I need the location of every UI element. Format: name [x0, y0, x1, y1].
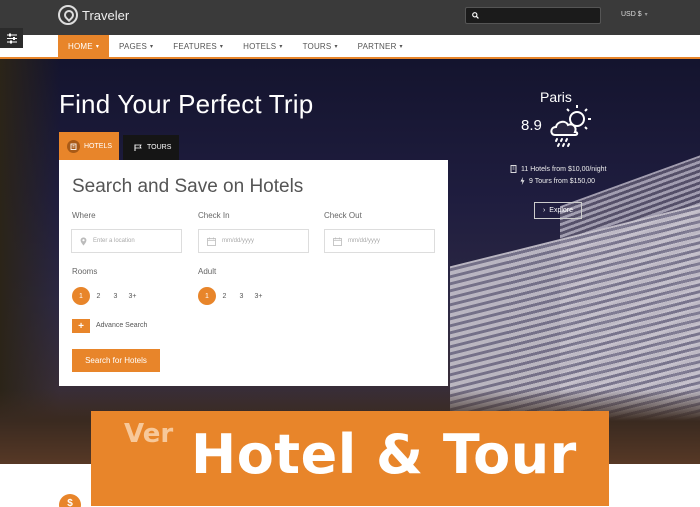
logo-pin-icon — [58, 5, 78, 25]
adult-option-3plus[interactable]: 3+ — [250, 293, 267, 300]
checkin-label: Check In — [198, 211, 230, 220]
where-label: Where — [72, 211, 96, 220]
checkin-input[interactable]: mm/dd/yyyy — [198, 229, 309, 253]
nav-item-label: TOURS — [302, 41, 332, 51]
rain-cloud-sun-icon — [550, 105, 591, 147]
search-icon — [472, 12, 479, 19]
logo-text: Traveler — [82, 7, 130, 23]
tours-stat: 9 Tours from $150,00 — [520, 177, 595, 185]
nav-item-label: HOME — [68, 41, 93, 51]
settings-sliders-button[interactable] — [0, 28, 23, 48]
tours-stat-text: 9 Tours from $150,00 — [529, 177, 596, 185]
advance-search-label[interactable]: Advance Search — [96, 322, 147, 329]
search-hotels-button[interactable]: Search for Hotels — [72, 349, 160, 372]
header-search-input[interactable] — [465, 7, 601, 24]
nav-item-home[interactable]: HOME ▾ — [58, 35, 110, 57]
chevron-down-icon: ▾ — [279, 43, 283, 50]
explore-button[interactable]: › Explore — [534, 202, 582, 219]
checkout-input[interactable]: mm/dd/yyyy — [324, 229, 435, 253]
tab-tours[interactable]: TOURS — [123, 135, 179, 160]
rooms-selector: 1 2 3 3+ — [72, 287, 141, 305]
rooms-option-2[interactable]: 2 — [90, 293, 107, 300]
advance-search-toggle[interactable]: + — [72, 319, 90, 333]
dollar-badge-icon: $ — [59, 494, 81, 507]
hotels-stat: 11 Hotels from $10,00/night — [510, 165, 606, 173]
promo-banner: Ver Hotel & Tour — [91, 411, 609, 506]
form-title: Search and Save on Hotels — [72, 176, 304, 197]
nav-item-label: PAGES — [119, 41, 148, 51]
nav-item-tours[interactable]: TOURS ▾ — [293, 35, 348, 57]
hotel-icon — [67, 139, 80, 153]
nav-item-label: FEATURES — [173, 41, 217, 51]
chevron-down-icon: ▾ — [399, 43, 403, 50]
hotels-stat-text: 11 Hotels from $10,00/night — [521, 165, 607, 173]
chevron-right-icon: › — [542, 207, 546, 214]
chevron-down-icon: ▾ — [644, 12, 648, 18]
adult-option-2[interactable]: 2 — [216, 293, 233, 300]
hero-title: Find Your Perfect Trip — [59, 89, 314, 119]
adult-selector: 1 2 3 3+ — [198, 287, 267, 305]
nav-item-partner[interactable]: PARTNER ▾ — [348, 35, 413, 57]
banner-title: Hotel & Tour — [191, 423, 577, 486]
currency-selector[interactable]: USD $ ▾ — [621, 11, 648, 18]
where-placeholder: Enter a location — [93, 238, 135, 244]
banner-prefix: Ver — [124, 419, 174, 449]
chevron-down-icon: ▾ — [334, 43, 338, 50]
calendar-icon — [207, 237, 216, 246]
lightning-icon — [520, 177, 525, 185]
checkout-label: Check Out — [324, 211, 362, 220]
checkin-placeholder: mm/dd/yyyy — [222, 238, 255, 244]
weather-temperature: 8.9 — [521, 117, 542, 134]
chevron-down-icon: ▾ — [95, 43, 100, 50]
nav-item-hotels[interactable]: HOTELS ▾ — [233, 35, 292, 57]
top-bar: Traveler USD $ ▾ — [0, 0, 700, 35]
rooms-option-3plus[interactable]: 3+ — [124, 293, 141, 300]
tab-hotels[interactable]: HOTELS — [59, 132, 119, 160]
sliders-icon — [6, 33, 17, 43]
where-input[interactable]: Enter a location — [71, 229, 182, 253]
rooms-label: Rooms — [72, 267, 98, 276]
main-nav: HOME ▾ PAGES ▾ FEATURES ▾ HOTELS ▾ TOURS ▾ PA… — [0, 35, 700, 59]
adult-option-3[interactable]: 3 — [233, 293, 250, 300]
tab-label: HOTELS — [84, 142, 113, 150]
adult-option-1[interactable]: 1 — [198, 287, 216, 305]
calendar-icon — [333, 237, 342, 246]
hotel-search-form: Search and Save on Hotels Where Enter a … — [59, 160, 448, 386]
location-pin-icon — [80, 237, 87, 245]
nav-item-pages[interactable]: PAGES ▾ — [109, 35, 163, 57]
logo[interactable]: Traveler — [58, 5, 129, 25]
nav-item-label: HOTELS — [243, 41, 277, 51]
nav-item-label: PARTNER — [357, 41, 397, 51]
chevron-down-icon: ▾ — [150, 43, 154, 50]
adult-label: Adult — [198, 267, 217, 276]
explore-label: Explore — [549, 207, 574, 214]
currency-label: USD $ — [621, 11, 642, 18]
chevron-down-icon: ▾ — [219, 43, 224, 50]
checkout-placeholder: mm/dd/yyyy — [348, 238, 381, 244]
nav-item-features[interactable]: FEATURES ▾ — [163, 35, 233, 57]
rooms-option-3[interactable]: 3 — [107, 293, 124, 300]
building-icon — [510, 165, 517, 173]
rooms-option-1[interactable]: 1 — [72, 287, 90, 305]
flag-icon — [134, 144, 142, 151]
tab-label: TOURS — [147, 144, 172, 151]
